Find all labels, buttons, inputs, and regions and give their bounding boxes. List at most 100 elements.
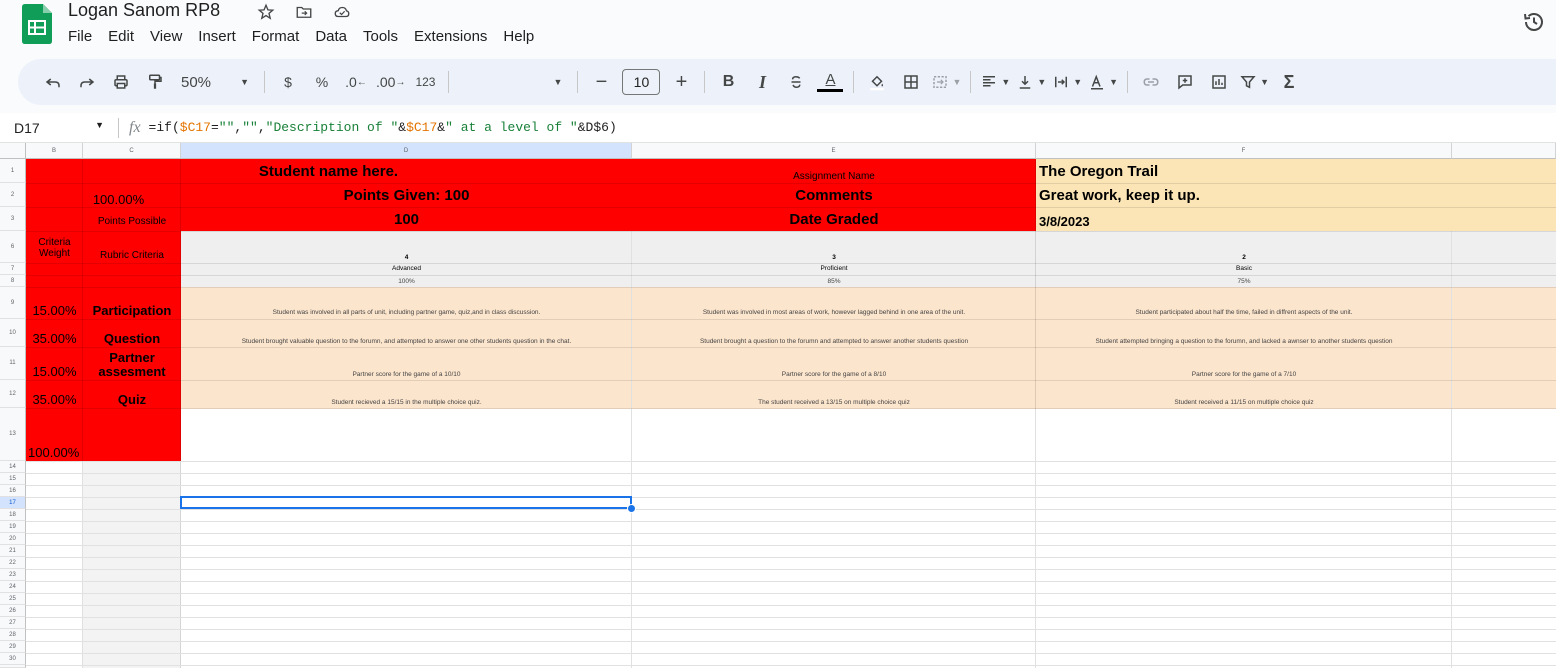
- sheets-logo-icon[interactable]: [22, 4, 52, 44]
- select-all-corner[interactable]: [0, 143, 26, 159]
- increase-decimal-button[interactable]: .00 →: [376, 68, 405, 96]
- level-pct[interactable]: 85%: [632, 275, 1036, 287]
- borders-icon[interactable]: [897, 68, 925, 96]
- row-header[interactable]: 8: [0, 275, 26, 287]
- menu-view[interactable]: View: [142, 26, 190, 47]
- row-header[interactable]: 3: [0, 207, 26, 231]
- description-cell[interactable]: The student received a 13/15 on multiple…: [632, 395, 1036, 409]
- row-header[interactable]: 21: [0, 545, 26, 557]
- text-wrapping-icon[interactable]: ▼: [1052, 68, 1082, 96]
- column-header-e[interactable]: E: [632, 143, 1036, 159]
- date-graded-value[interactable]: 3/8/2023: [1039, 209, 1439, 233]
- print-icon[interactable]: [107, 68, 135, 96]
- description-cell[interactable]: Student was involved in all parts of uni…: [181, 305, 632, 319]
- fill-color-icon[interactable]: [863, 68, 891, 96]
- menu-insert[interactable]: Insert: [190, 26, 244, 47]
- comments-value[interactable]: Great work, keep it up.: [1039, 183, 1439, 207]
- row-header[interactable]: 9: [0, 287, 26, 319]
- star-icon[interactable]: [256, 2, 276, 22]
- comments-label[interactable]: Comments: [632, 183, 1036, 207]
- row-header[interactable]: 26: [0, 605, 26, 617]
- points-possible-cell[interactable]: Points Possible: [83, 213, 181, 229]
- level-pct[interactable]: 75%: [1036, 275, 1452, 287]
- level-pct[interactable]: 100%: [181, 275, 632, 287]
- column-header-g[interactable]: [1452, 143, 1556, 159]
- description-cell[interactable]: Student brought a question to the forumn…: [632, 334, 1036, 348]
- menu-file[interactable]: File: [60, 26, 100, 47]
- functions-icon[interactable]: Σ: [1275, 68, 1303, 96]
- font-size-increase-button[interactable]: +: [667, 68, 695, 96]
- strikethrough-icon[interactable]: [782, 68, 810, 96]
- criteria-name-cell[interactable]: Partner assesment: [83, 348, 181, 382]
- font-family-select[interactable]: ▼: [458, 68, 568, 96]
- description-cell[interactable]: Student was involved in most areas of wo…: [632, 305, 1036, 319]
- zoom-select[interactable]: 50% ▼: [175, 68, 255, 96]
- menu-help[interactable]: Help: [495, 26, 542, 47]
- column-header-d[interactable]: D: [181, 143, 632, 159]
- row-header[interactable]: 14: [0, 461, 26, 473]
- column-header-b[interactable]: B: [26, 143, 83, 159]
- version-history-icon[interactable]: [1522, 10, 1546, 34]
- criteria-weight-header[interactable]: Criteria Weight: [26, 233, 83, 263]
- menu-edit[interactable]: Edit: [100, 26, 142, 47]
- format-currency-button[interactable]: $: [274, 68, 302, 96]
- insert-comment-icon[interactable]: [1171, 68, 1199, 96]
- criteria-name-cell[interactable]: Participation: [83, 299, 181, 321]
- description-cell[interactable]: Partner score for the game of a 10/10: [181, 367, 632, 381]
- criteria-weight-cell[interactable]: 15.00%: [26, 299, 83, 321]
- student-name-cell[interactable]: Student name here.: [181, 159, 476, 183]
- row-header[interactable]: 13: [0, 408, 26, 461]
- row-header[interactable]: 17: [0, 497, 26, 509]
- bold-button[interactable]: B: [714, 68, 742, 96]
- insert-chart-icon[interactable]: [1205, 68, 1233, 96]
- font-size-decrease-button[interactable]: −: [587, 68, 615, 96]
- row-header[interactable]: 22: [0, 557, 26, 569]
- italic-button[interactable]: I: [748, 68, 776, 96]
- row-header[interactable]: 19: [0, 521, 26, 533]
- merge-cells-icon[interactable]: ▼: [931, 68, 961, 96]
- menu-data[interactable]: Data: [307, 26, 355, 47]
- redo-icon[interactable]: [73, 68, 101, 96]
- assignment-name-value[interactable]: The Oregon Trail: [1039, 159, 1439, 183]
- menu-extensions[interactable]: Extensions: [406, 26, 495, 47]
- insert-link-icon[interactable]: [1137, 68, 1165, 96]
- row-header[interactable]: 18: [0, 509, 26, 521]
- menu-tools[interactable]: Tools: [355, 26, 406, 47]
- description-cell[interactable]: Partner score for the game of a 8/10: [632, 367, 1036, 381]
- description-cell[interactable]: Student received a 11/15 on multiple cho…: [1036, 395, 1452, 409]
- row-header[interactable]: 30: [0, 653, 26, 665]
- weight-total-cell[interactable]: 100.00%: [26, 443, 83, 461]
- formula-input[interactable]: =if($C17="","","Description of "&$C17&" …: [149, 120, 617, 135]
- more-formats-button[interactable]: 123: [411, 68, 439, 96]
- row-header[interactable]: 15: [0, 473, 26, 485]
- row-header[interactable]: 28: [0, 629, 26, 641]
- row-header[interactable]: 29: [0, 641, 26, 653]
- date-graded-label[interactable]: Date Graded: [632, 207, 1036, 231]
- criteria-weight-cell[interactable]: 35.00%: [26, 327, 83, 349]
- level-name[interactable]: Basic: [1036, 262, 1452, 274]
- row-header[interactable]: 23: [0, 569, 26, 581]
- row-header[interactable]: 1: [0, 159, 26, 183]
- undo-icon[interactable]: [39, 68, 67, 96]
- description-cell[interactable]: Partner score for the game of a 7/10: [1036, 367, 1452, 381]
- row-header[interactable]: 7: [0, 263, 26, 275]
- points-value-cell[interactable]: 100: [181, 207, 632, 231]
- font-size-input[interactable]: 10: [622, 69, 661, 95]
- row-header[interactable]: 12: [0, 380, 26, 408]
- column-header-f[interactable]: F: [1036, 143, 1452, 159]
- column-header-c[interactable]: C: [83, 143, 181, 159]
- row-header[interactable]: 16: [0, 485, 26, 497]
- row-header[interactable]: 24: [0, 581, 26, 593]
- description-cell[interactable]: Student attempted bringing a question to…: [1036, 334, 1452, 348]
- document-title[interactable]: Logan Sanom RP8: [68, 0, 220, 21]
- criteria-name-cell[interactable]: Question: [83, 327, 181, 349]
- row-header[interactable]: 20: [0, 533, 26, 545]
- row-header[interactable]: 27: [0, 617, 26, 629]
- cloud-saved-icon[interactable]: [332, 2, 352, 22]
- row-header[interactable]: 6: [0, 231, 26, 263]
- name-box[interactable]: D17 ▼: [0, 120, 112, 136]
- rubric-criteria-header[interactable]: Rubric Criteria: [83, 243, 181, 267]
- row-header[interactable]: 2: [0, 183, 26, 207]
- paint-format-icon[interactable]: [141, 68, 169, 96]
- move-folder-icon[interactable]: [294, 2, 314, 22]
